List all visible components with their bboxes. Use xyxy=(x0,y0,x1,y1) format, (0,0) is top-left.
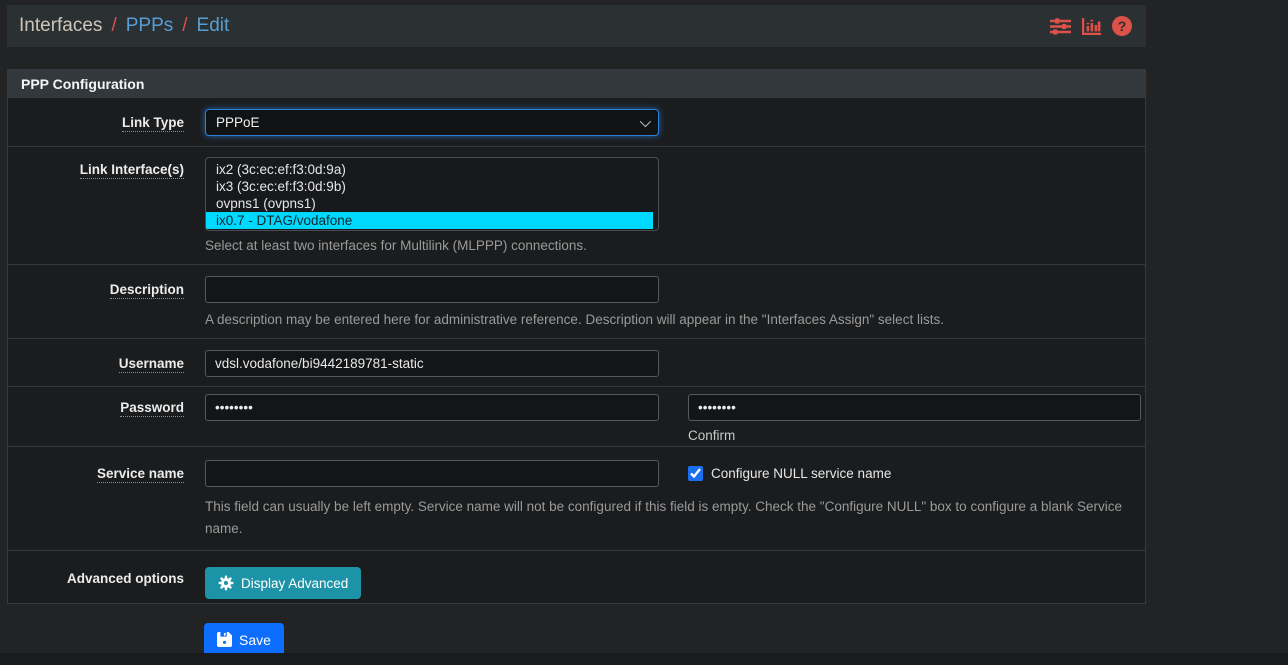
breadcrumb-edit-link[interactable]: Edit xyxy=(197,15,230,37)
save-button-label: Save xyxy=(239,632,271,648)
description-input[interactable] xyxy=(205,276,659,303)
ppp-configuration-panel: PPP Configuration Link Type PPPoE Link I… xyxy=(7,69,1146,604)
password-confirm-input[interactable] xyxy=(688,394,1141,421)
service-name-help: This field can usually be left empty. Se… xyxy=(205,496,1125,540)
form-actions: Save xyxy=(204,623,1146,656)
link-type-select[interactable]: PPPoE xyxy=(205,109,659,136)
password-input[interactable] xyxy=(205,394,659,421)
username-label: Username xyxy=(119,356,184,373)
link-interfaces-help: Select at least two interfaces for Multi… xyxy=(205,237,1125,254)
description-label: Description xyxy=(110,282,184,299)
page-footer-strip xyxy=(0,653,1288,665)
save-floppy-icon xyxy=(217,632,232,647)
breadcrumb-separator: / xyxy=(111,15,116,37)
service-name-input[interactable] xyxy=(205,460,659,487)
link-type-selected-value: PPPoE xyxy=(216,115,260,130)
header-icons: ? xyxy=(1050,16,1132,36)
link-interfaces-label: Link Interface(s) xyxy=(80,162,184,179)
password-label: Password xyxy=(120,400,184,417)
confirm-label: Confirm xyxy=(688,428,1141,443)
interface-option[interactable]: ix2 (3c:ec:ef:f3:0d:9a) xyxy=(206,161,653,178)
password-row: Password Confirm xyxy=(8,387,1145,447)
interface-option[interactable]: ix0.7 - DTAG/vodafone xyxy=(206,212,653,229)
description-row: Description A description may be entered… xyxy=(8,265,1145,339)
help-icon[interactable]: ? xyxy=(1112,16,1132,36)
breadcrumb-ppps-link[interactable]: PPPs xyxy=(126,15,174,37)
service-name-label: Service name xyxy=(97,466,184,483)
username-row: Username xyxy=(8,339,1145,387)
content-column: Interfaces / PPPs / Edit xyxy=(7,5,1146,656)
chevron-down-icon xyxy=(640,115,651,126)
panel-title: PPP Configuration xyxy=(8,70,1145,98)
interface-option[interactable]: ix3 (3c:ec:ef:f3:0d:9b) xyxy=(206,178,653,195)
advanced-options-label: Advanced options xyxy=(67,571,184,587)
sliders-icon[interactable] xyxy=(1050,18,1071,35)
save-button[interactable]: Save xyxy=(204,623,284,656)
advanced-options-row: Advanced options xyxy=(8,551,1145,603)
interface-option[interactable]: ovpns1 (ovpns1) xyxy=(206,195,653,212)
service-name-row: Service name Configure NULL service name… xyxy=(8,447,1145,551)
breadcrumb-bar: Interfaces / PPPs / Edit xyxy=(7,5,1146,47)
breadcrumb-separator: / xyxy=(182,15,187,37)
configure-null-label: Configure NULL service name xyxy=(711,466,891,481)
gear-icon xyxy=(218,575,234,591)
description-help: A description may be entered here for ad… xyxy=(205,311,1125,328)
username-input[interactable] xyxy=(205,350,659,377)
traffic-graph-icon[interactable] xyxy=(1082,18,1101,35)
configure-null-checkbox[interactable] xyxy=(688,466,703,481)
display-advanced-label: Display Advanced xyxy=(241,576,348,591)
display-advanced-button[interactable]: Display Advanced xyxy=(205,567,361,599)
link-type-row: Link Type PPPoE xyxy=(8,98,1145,147)
breadcrumb: Interfaces / PPPs / Edit xyxy=(19,15,229,37)
link-interfaces-row: Link Interface(s) ix2 (3c:ec:ef:f3:0d:9a… xyxy=(8,147,1145,265)
link-interfaces-multiselect[interactable]: ix2 (3c:ec:ef:f3:0d:9a) ix3 (3c:ec:ef:f3… xyxy=(205,157,659,231)
breadcrumb-interfaces: Interfaces xyxy=(19,15,102,37)
link-type-label: Link Type xyxy=(122,115,184,132)
